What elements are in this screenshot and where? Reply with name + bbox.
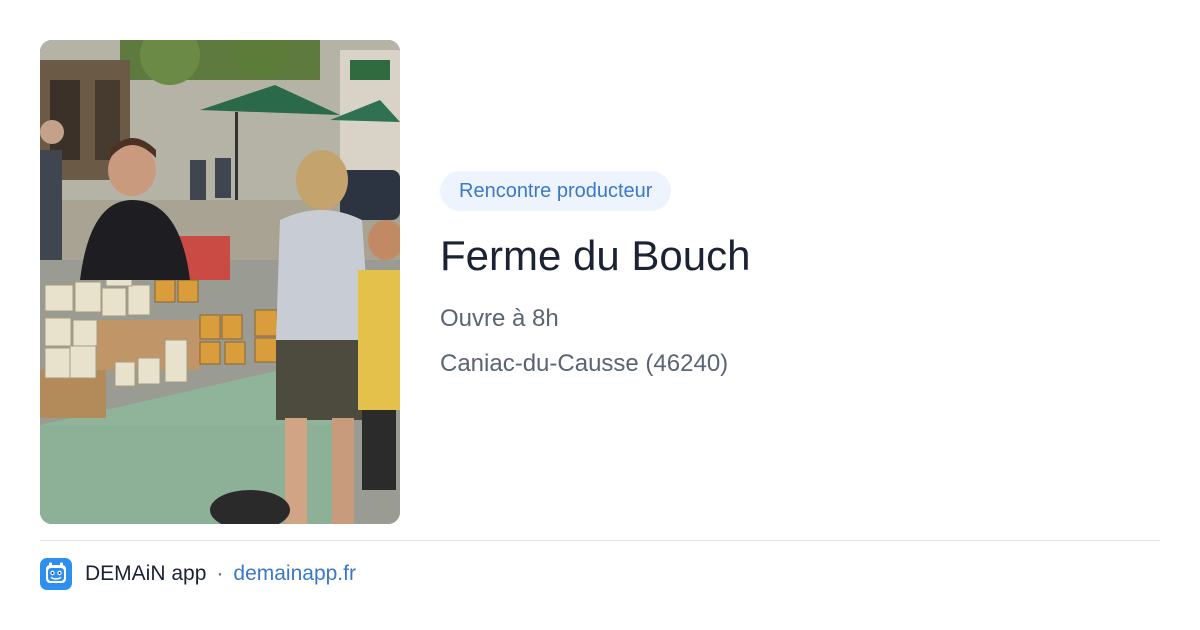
demain-app-logo-icon: [40, 558, 72, 590]
event-title: Ferme du Bouch: [440, 232, 751, 279]
footer: DEMAiN app · demainapp.fr: [40, 558, 356, 590]
footer-separator: ·: [216, 562, 224, 585]
share-card: Rencontre producteur Ferme du Bouch Ouvr…: [0, 0, 1200, 630]
event-info: Rencontre producteur Ferme du Bouch Ouvr…: [440, 171, 1160, 378]
category-badge: Rencontre producteur: [440, 171, 672, 211]
app-url-link[interactable]: demainapp.fr: [233, 562, 356, 586]
event-location: Caniac-du-Causse (46240): [440, 350, 729, 377]
event-photo: [40, 40, 400, 524]
footer-divider: [40, 540, 1160, 541]
app-name: DEMAiN app: [85, 562, 207, 585]
event-hours: Ouvre à 8h: [440, 305, 559, 332]
